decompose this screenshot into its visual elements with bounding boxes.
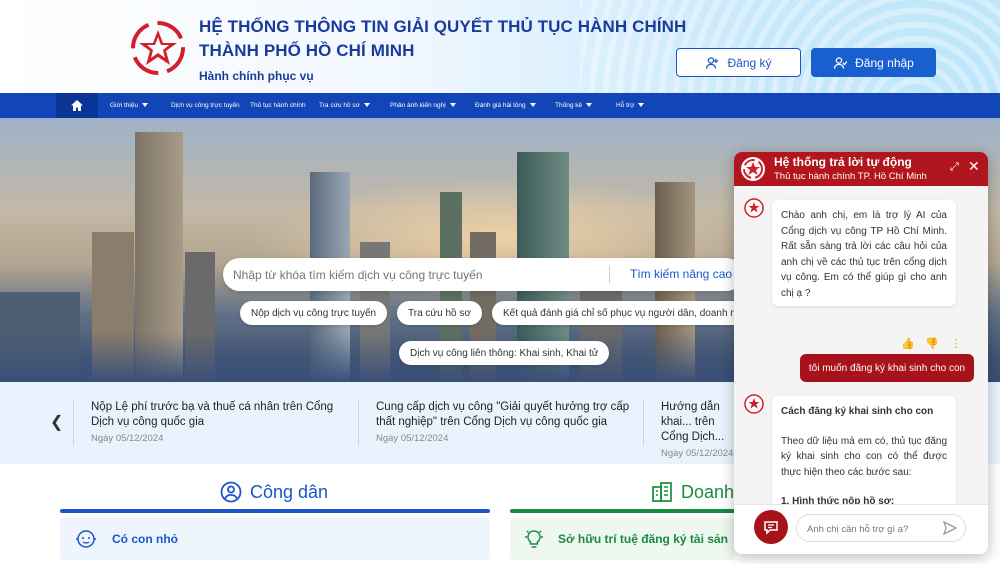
chevron-down-icon [363, 103, 370, 108]
lightbulb-icon [525, 530, 543, 548]
card-co-con-nho[interactable]: Có con nhỏ [60, 518, 490, 560]
message-reactions: 👍 👎 ⋮ [899, 334, 965, 352]
divider [643, 400, 644, 446]
star-logo-icon[interactable] [130, 20, 186, 76]
register-button[interactable]: Đăng ký [676, 48, 801, 77]
news-date: Ngày 05/12/2024 [91, 433, 164, 444]
news-item[interactable]: Nộp Lệ phí trước bạ và thuế cá nhân trên… [91, 400, 341, 444]
send-icon[interactable] [943, 521, 957, 535]
news-item[interactable]: Hướng dẫn khai... trên Cổng Dịch... Ngày… [661, 400, 736, 459]
login-button[interactable]: Đăng nhập [811, 48, 936, 77]
nav-item-dich-vu-cong[interactable]: Dịch vụ công trực tuyến [171, 93, 240, 118]
section-business-underline [510, 509, 735, 513]
answer-body: Theo dữ liệu mà em có, thủ tục đăng ký k… [781, 435, 947, 478]
answer-title: Cách đăng ký khai sinh cho con [781, 406, 934, 417]
site-title-line2: THÀNH PHỐ HỒ CHÍ MINH [199, 41, 415, 60]
chat-input-box [796, 514, 966, 542]
quick-link-nop-dich-vu[interactable]: Nộp dịch vụ công trực tuyến [240, 301, 388, 325]
news-date: Ngày 05/12/2024 [661, 448, 734, 459]
nav-item-tra-cuu[interactable]: Tra cứu hồ sơ [319, 93, 370, 118]
search-bar: Tìm kiếm nâng cao [223, 258, 743, 291]
section-citizen-underline [60, 509, 490, 513]
user-circle-icon [220, 481, 242, 503]
nav-item-phan-anh[interactable]: Phản ánh kiến nghị [390, 93, 456, 118]
chevron-left-icon[interactable]: ❮ [50, 412, 63, 432]
chevron-down-icon [638, 103, 645, 108]
thumbs-down-icon[interactable]: 👎 [923, 334, 941, 352]
chat-header: Hệ thống trả lời tự động Thủ tục hành ch… [734, 152, 988, 186]
bot-avatar-icon [744, 394, 764, 414]
quick-link-tra-cuu[interactable]: Tra cứu hồ sơ [397, 301, 482, 325]
divider [73, 400, 74, 446]
bot-avatar-icon [744, 198, 764, 218]
building-icon [652, 482, 672, 502]
nav-item-ho-tro[interactable]: Hỗ trợ [616, 93, 645, 118]
chat-logo-icon [741, 157, 765, 181]
expand-icon[interactable]: ⤢ [950, 161, 959, 174]
user-message: tôi muốn đăng ký khai sinh cho con [800, 354, 974, 382]
chatbot-window: Hệ thống trả lời tự động Thủ tục hành ch… [734, 152, 988, 554]
card-so-huu-tri-tue[interactable]: Sở hữu trí tuệ đăng ký tài sản [510, 518, 735, 560]
register-label: Đăng ký [727, 55, 772, 70]
site-header: HỆ THỐNG THÔNG TIN GIẢI QUYẾT THỦ TỤC HÀ… [0, 0, 1000, 93]
news-title: Hướng dẫn khai... trên Cổng Dịch... [661, 401, 725, 443]
chat-messages: Chào anh chị, em là trợ lý AI của Cổng d… [734, 186, 988, 504]
chat-bubble-icon [764, 521, 778, 535]
home-icon [71, 100, 83, 111]
section-business-title: Doanh [651, 481, 734, 503]
chevron-down-icon [586, 103, 593, 108]
bot-message: Chào anh chị, em là trợ lý AI của Cổng d… [772, 200, 956, 306]
chevron-down-icon [529, 103, 536, 108]
chat-subtitle: Thủ tục hành chính TP. Hồ Chí Minh [774, 171, 927, 182]
chat-menu-button[interactable] [754, 510, 788, 544]
nav-item-thong-ke[interactable]: Thống kê [555, 93, 593, 118]
section-citizen-title: Công dân [220, 481, 328, 503]
news-title: Cung cấp dịch vụ công "Giải quyết hưởng … [376, 401, 630, 428]
chevron-down-icon [142, 103, 149, 108]
site-subtitle: Hành chính phục vụ [199, 69, 314, 83]
bot-answer: Cách đăng ký khai sinh cho con Theo dữ l… [772, 396, 956, 504]
quick-link-ket-qua-danh-gia[interactable]: Kết quả đánh giá chỉ số phục vụ người dâ… [492, 301, 772, 325]
search-input[interactable] [233, 264, 603, 285]
nav-item-gioi-thieu[interactable]: Giới thiệu [110, 93, 149, 118]
more-options-icon[interactable]: ⋮ [947, 334, 965, 352]
nav-item-danh-gia[interactable]: Đánh giá hài lòng [475, 93, 536, 118]
site-title-line1: HỆ THỐNG THÔNG TIN GIẢI QUYẾT THỦ TỤC HÀ… [199, 17, 687, 36]
advanced-search-link[interactable]: Tìm kiếm nâng cao [630, 267, 732, 281]
login-label: Đăng nhập [855, 55, 914, 70]
user-plus-icon [706, 56, 719, 69]
quick-link-lien-thong[interactable]: Dịch vụ công liên thông: Khai sinh, Khai… [399, 341, 610, 365]
news-date: Ngày 05/12/2024 [376, 433, 449, 444]
header-pattern [580, 0, 1000, 93]
chat-footer [734, 504, 988, 554]
user-login-icon [833, 56, 848, 69]
thumbs-up-icon[interactable]: 👍 [899, 334, 917, 352]
answer-step: 1. Hình thức nộp hồ sơ: [781, 496, 895, 504]
chat-title: Hệ thống trả lời tự động [774, 155, 912, 169]
divider [358, 400, 359, 446]
main-nav: Giới thiệu Dịch vụ công trực tuyến Thủ t… [0, 93, 1000, 118]
baby-icon [76, 530, 96, 548]
news-title: Nộp Lệ phí trước bạ và thuế cá nhân trên… [91, 401, 334, 428]
chat-input[interactable] [807, 521, 937, 537]
nav-item-thu-tuc[interactable]: Thủ tục hành chính [250, 93, 306, 118]
news-item[interactable]: Cung cấp dịch vụ công "Giải quyết hưởng … [376, 400, 631, 444]
nav-home[interactable] [56, 93, 98, 118]
chevron-down-icon [449, 103, 456, 108]
close-icon[interactable]: ✕ [968, 158, 980, 175]
search-divider [609, 266, 610, 283]
